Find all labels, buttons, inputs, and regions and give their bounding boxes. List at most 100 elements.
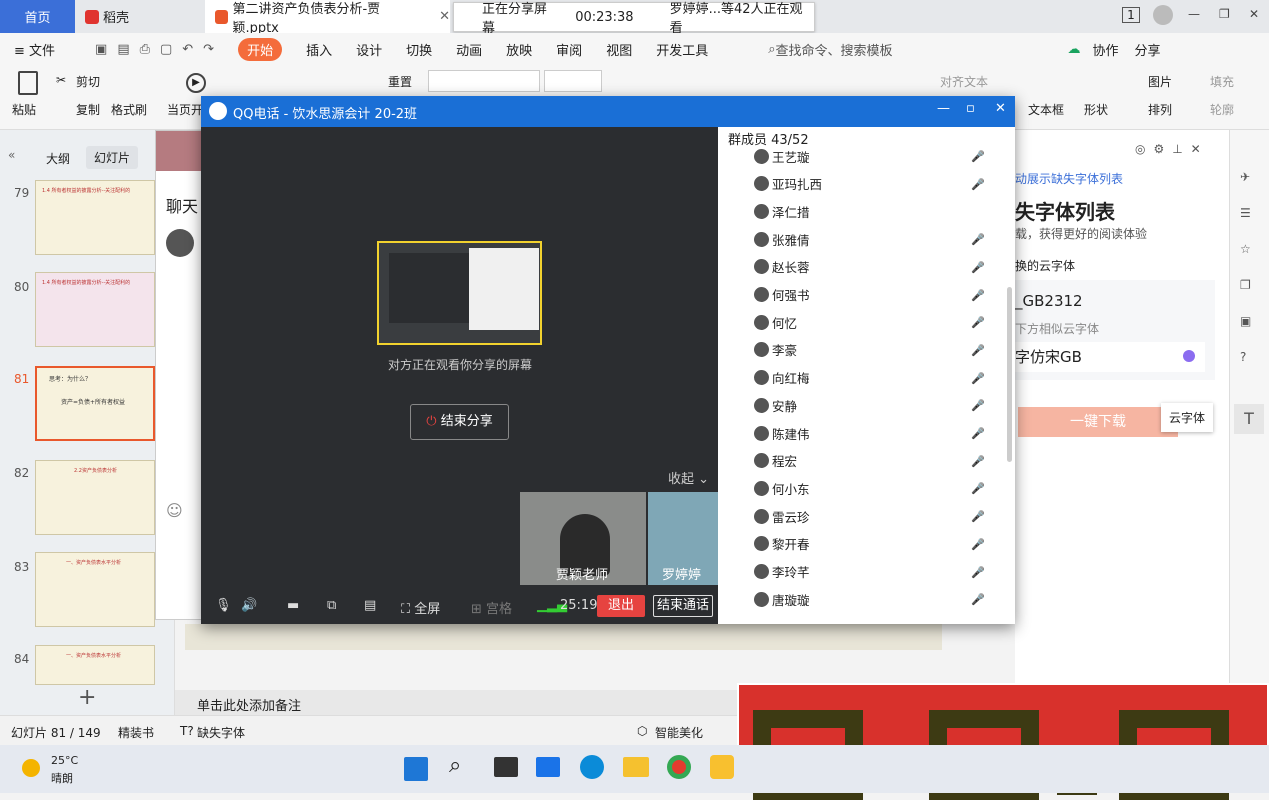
arrange-button[interactable]: 排列 [1148,101,1172,118]
grid-button[interactable]: ⊞ 宫格 [471,598,512,617]
slide-thumbnail-active[interactable]: 思考：为什么？ 资产=负债+所有者权益 [35,366,155,441]
end-share-button[interactable]: ⏻ 结束分享 [410,404,509,440]
menu-animation[interactable]: 动画 [456,40,482,59]
slide-thumbnail[interactable]: 1.4 所有者权益的披露分析--关注配利的 [35,272,155,347]
menu-design[interactable]: 设计 [356,40,382,59]
qq-maximize-icon[interactable]: ▫ [966,101,975,116]
menu-transition[interactable]: 切换 [406,40,432,59]
theme-name[interactable]: 精装书 [118,724,154,741]
mail-icon[interactable] [536,757,560,777]
member-item[interactable]: 程宏 [754,451,797,471]
qq-app-icon[interactable] [710,755,734,779]
presentation-icon[interactable]: ▤ [364,598,376,613]
notes-area[interactable]: 单击此处添加备注 [175,690,740,715]
font-size-select[interactable] [544,70,602,92]
cut-button[interactable]: 剪切 [76,73,100,90]
slide-thumbnail[interactable]: 一、资产负债表水平分析 [35,645,155,685]
slide-thumbnail[interactable]: 2.2资产负债表分析 [35,460,155,535]
tab-document[interactable]: 第二讲资产负债表分析-贾颖.pptx ✕ [205,0,450,36]
menu-insert[interactable]: 插入 [306,40,332,59]
member-item[interactable]: 张雅倩 [754,229,810,249]
outline-button[interactable]: 轮廓 [1210,101,1234,118]
qq-close-icon[interactable]: ✕ [995,101,1006,116]
start-icon[interactable] [404,757,428,781]
emoji-icon[interactable]: ☺ [166,501,183,520]
member-item[interactable]: 向红梅 [754,368,810,388]
tab-home[interactable]: 首页 [0,0,75,33]
shape-button[interactable]: 形状 [1084,101,1108,118]
from-current-button[interactable]: 当页开 [167,101,203,118]
member-item[interactable]: 何小东 [754,478,810,498]
quick-access-icons[interactable]: ▣▤⎙▢↶↷ [95,42,224,57]
member-item[interactable]: 陈建伟 [754,423,810,443]
task-view-icon[interactable] [494,757,518,777]
shared-screen-preview[interactable] [377,241,542,345]
user-avatar[interactable] [1153,5,1173,25]
screen-share-icon[interactable]: ⧉ [327,598,336,613]
exit-button[interactable]: 退出 [597,595,645,617]
chrome-icon[interactable] [667,755,691,779]
microphone-icon[interactable]: 🎙 [215,598,232,613]
menu-start[interactable]: 开始 [238,37,283,61]
search-icon[interactable]: ⌕ [449,753,461,778]
copy-button[interactable]: 复制 [76,101,100,118]
panel-tool-icons[interactable]: ◎⚙⊥✕ [1135,142,1209,156]
slide-thumbnail[interactable]: 一、资产负债表水平分析 [35,552,155,627]
missing-fonts-button[interactable]: 缺失字体 [197,724,245,741]
menu-view[interactable]: 视图 [606,40,632,59]
collab-button[interactable]: 协作 [1093,40,1119,59]
paste-button[interactable]: 粘贴 [12,101,36,118]
add-slide-button[interactable]: + [78,685,96,710]
maximize-icon[interactable]: ❐ [1219,7,1230,21]
share-viewers[interactable]: 罗婷婷...等42人正在观看 [670,0,814,36]
help-icon[interactable]: ? [1240,350,1246,364]
collapse-button[interactable]: 收起 ⌄ [668,468,709,487]
picture-button[interactable]: 图片 [1148,73,1172,90]
reset-button[interactable]: 重置 [388,73,412,90]
tab-outline[interactable]: 大纲 [46,150,70,167]
member-item[interactable]: 何强书 [754,285,810,305]
member-item[interactable]: 何忆 [754,312,797,332]
menu-review[interactable]: 审阅 [556,40,582,59]
file-explorer-icon[interactable] [623,757,649,777]
image-icon[interactable]: ▣ [1240,314,1251,328]
member-scrollbar[interactable] [1007,287,1012,462]
qq-minimize-icon[interactable]: — [937,101,950,116]
fill-button[interactable]: 填充 [1210,73,1234,90]
minimize-icon[interactable]: — [1188,7,1200,21]
font-family-select[interactable] [428,70,540,92]
edge-icon[interactable] [580,755,604,779]
slide-thumbnail[interactable]: 1.4 所有者权益的披露分析--关注配利的 [35,180,155,255]
cloud-font-option[interactable]: 字仿宋GB [1015,342,1205,372]
member-item[interactable]: 赵长蓉 [754,257,810,277]
member-item[interactable]: 王艺璇 [754,146,810,166]
member-item[interactable]: 雷云珍 [754,506,810,526]
member-item[interactable]: 唐璇璇 [754,589,810,609]
close-tab-icon[interactable]: ✕ [439,9,450,24]
share-button[interactable]: 分享 [1135,40,1161,59]
video-tile-student[interactable]: 罗婷婷 [648,492,718,585]
member-item[interactable]: 安静 [754,395,797,415]
speaker-icon[interactable]: 🔊 [241,598,257,613]
format-painter-button[interactable]: 格式刷 [111,101,147,118]
text-box-button[interactable]: 文本框 [1028,101,1064,118]
end-call-button[interactable]: 结束通话 [653,595,714,617]
window-layout-icon[interactable]: 1 [1122,7,1140,23]
download-all-button[interactable]: 一键下载 [1018,407,1178,437]
menu-file[interactable]: ≡ 文件 [14,40,55,59]
video-tile-teacher[interactable]: 贾颖老师 [520,492,646,585]
menu-developer[interactable]: 开发工具 [656,40,708,59]
collapse-panel-icon[interactable]: « [8,148,15,162]
tab-slides[interactable]: 幻灯片 [86,146,139,169]
settings-sliders-icon[interactable]: ☰ [1240,206,1251,220]
missing-font-link[interactable]: 动展示缺失字体列表 [1015,170,1123,187]
member-item[interactable]: 黎开春 [754,534,810,554]
camera-icon[interactable]: ▬ [287,598,299,613]
align-text-button[interactable]: 对齐文本 [940,73,988,90]
member-item[interactable]: 亚玛扎西 [754,174,822,194]
layers-icon[interactable]: ❐ [1240,278,1251,292]
tab-daoke[interactable]: 稻壳 [75,0,195,33]
cloud-font-icon[interactable]: T [1234,404,1264,434]
fullscreen-button[interactable]: ⛶ 全屏 [401,598,440,617]
menu-slideshow[interactable]: 放映 [506,40,532,59]
